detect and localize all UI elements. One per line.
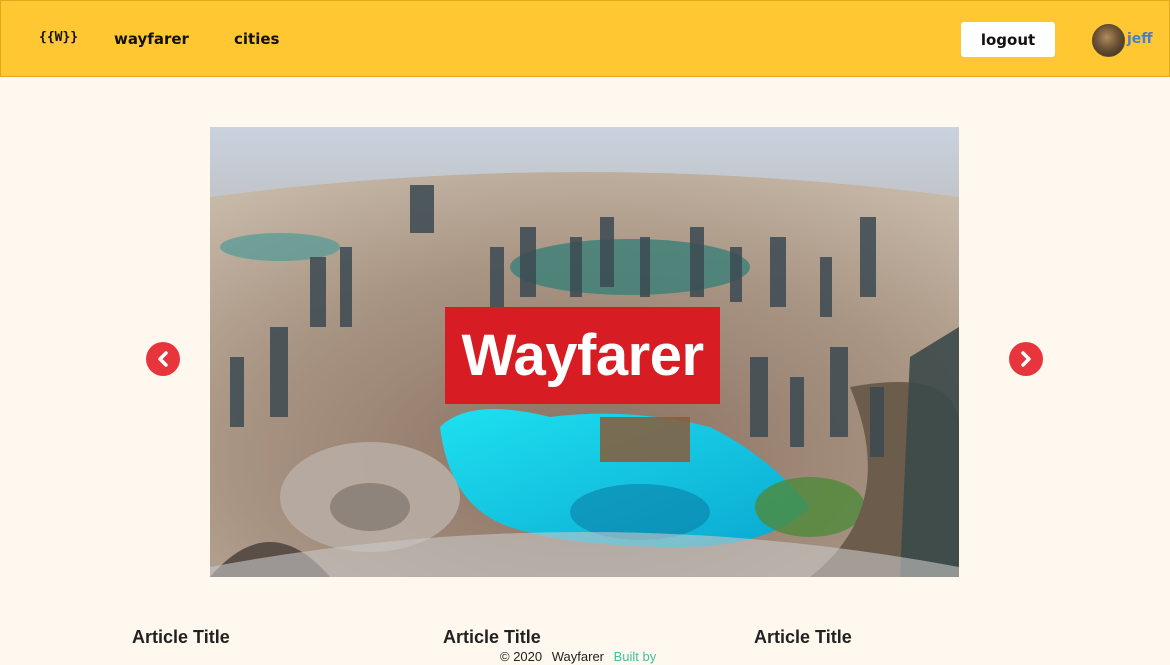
carousel-prev-button[interactable] bbox=[146, 342, 180, 376]
article-title[interactable]: Article Title bbox=[443, 627, 541, 648]
article-title[interactable]: Article Title bbox=[132, 627, 230, 648]
footer-brand: Wayfarer bbox=[551, 649, 604, 664]
nav-link-cities[interactable]: cities bbox=[234, 30, 279, 48]
chevron-right-icon bbox=[1021, 351, 1031, 367]
carousel-next-button[interactable] bbox=[1009, 342, 1043, 376]
footer: © 2020 Wayfarer Built by bbox=[500, 649, 656, 664]
logout-button[interactable]: logout bbox=[961, 22, 1055, 57]
user-avatar[interactable] bbox=[1092, 24, 1125, 57]
top-navbar: {{W}} wayfarer cities logout jeff bbox=[0, 0, 1170, 77]
nav-link-wayfarer[interactable]: wayfarer bbox=[114, 30, 189, 48]
footer-built-by-link[interactable]: Built by bbox=[614, 649, 657, 664]
footer-copyright: © 2020 bbox=[500, 649, 543, 664]
chevron-left-icon bbox=[158, 351, 168, 367]
site-logo[interactable]: {{W}} bbox=[39, 30, 78, 45]
article-title[interactable]: Article Title bbox=[754, 627, 852, 648]
hero-title: Wayfarer bbox=[445, 307, 720, 404]
username-link[interactable]: jeff bbox=[1127, 31, 1153, 47]
